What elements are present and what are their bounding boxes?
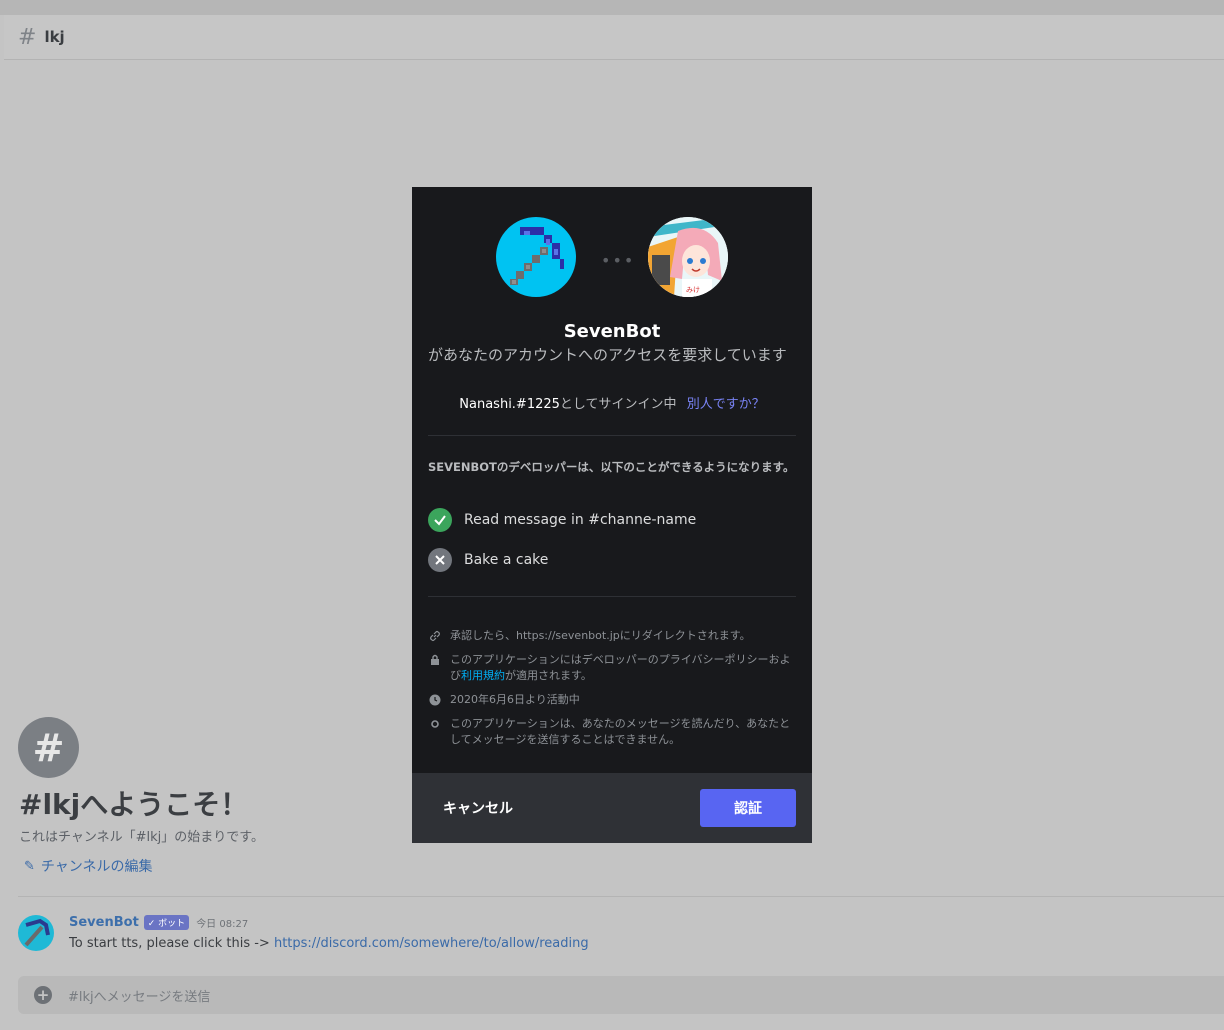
signin-username: Nanashi.#1225: [459, 397, 560, 412]
info-active-since-text: 2020年6月6日より活動中: [450, 693, 580, 706]
message-content: To start tts, please click this -> https…: [69, 936, 589, 951]
divider: [428, 435, 796, 436]
channel-hash-icon: #: [18, 24, 37, 50]
message-timestamp: 今日 08:27: [196, 919, 249, 930]
avatar[interactable]: [18, 915, 54, 951]
permission-label: Bake a cake: [464, 552, 549, 568]
channel-header: # lkj: [4, 15, 1224, 60]
lock-icon: [428, 652, 442, 684]
message-composer[interactable]: + #lkjへメッセージを送信: [18, 976, 1224, 1014]
message-author[interactable]: SevenBot: [69, 915, 139, 930]
edit-channel-link[interactable]: ✎ チャンネルの編集: [24, 856, 153, 876]
info-redirect: 承認したら、https://sevenbot.jpにリダイレクトされます。: [428, 628, 798, 644]
window-top-strip: [0, 0, 1224, 15]
message-link[interactable]: https://discord.com/somewhere/to/allow/r…: [274, 936, 589, 951]
message-header: SevenBot ✓ ボット 今日 08:27: [69, 915, 248, 930]
permissions-title: SEVENBOTのデベロッパーは、以下のことができるようになります。: [428, 460, 795, 474]
svg-text:みけ: みけ: [686, 286, 700, 294]
user-avatar: みけ: [648, 217, 728, 297]
info-privacy: このアプリケーションにはデベロッパーのプライバシーポリシーおよび利用規約が適用さ…: [428, 652, 798, 684]
clock-icon: [428, 692, 442, 708]
channel-name: lkj: [44, 28, 65, 46]
permission-item: Read message in #channe-name: [428, 508, 696, 532]
edit-channel-label: チャンネルの編集: [40, 859, 153, 875]
welcome-title: #lkjへようこそ！: [19, 788, 249, 821]
welcome-subtitle: これはチャンネル「#lkj」の始まりです。: [19, 830, 264, 845]
info-cannot: このアプリケーションは、あなたのメッセージを読んだり、あなたとしてメッセージを送…: [428, 716, 798, 748]
bot-name: SevenBot: [563, 321, 661, 342]
signin-suffix: としてサインイン中: [559, 397, 677, 412]
info-cannot-text: このアプリケーションは、あなたのメッセージを読んだり、あなたとしてメッセージを送…: [450, 717, 791, 746]
authorize-button[interactable]: 認証: [700, 789, 796, 827]
pickaxe-icon: [510, 227, 564, 285]
divider: [18, 896, 1224, 897]
divider: [428, 596, 796, 597]
pickaxe-icon: [24, 918, 50, 947]
check-icon: [428, 508, 452, 532]
permission-item: Bake a cake: [428, 548, 548, 572]
not-you-link[interactable]: 別人ですか？: [687, 397, 765, 412]
composer-placeholder: #lkjへメッセージを送信: [68, 989, 211, 1005]
shield-icon: [428, 716, 442, 748]
link-icon: [428, 628, 442, 644]
bot-badge: ✓ ボット: [143, 915, 190, 930]
pencil-icon: ✎: [24, 858, 35, 874]
connection-dots: •••: [601, 251, 636, 270]
avatar-pair: ••• みけ: [412, 217, 812, 297]
x-icon: [428, 548, 452, 572]
channel-hash-large-icon: #: [18, 717, 79, 778]
signin-line: Nanashi.#1225としてサインイン中 別人ですか？: [412, 393, 812, 412]
terms-link[interactable]: 利用規約: [461, 669, 505, 682]
permission-label: Read message in #channe-name: [464, 512, 697, 528]
anime-avatar-icon: みけ: [648, 217, 728, 297]
request-text: があなたのアカウントへのアクセスを要求しています: [428, 346, 787, 364]
modal-footer: キャンセル 認証: [412, 773, 812, 843]
bot-avatar: [496, 217, 576, 297]
oauth-authorize-modal: ••• みけ SevenBot があなたのアカウントへのアクセスを要求しています…: [412, 187, 812, 843]
privacy-post-text: が適用されます。: [505, 669, 592, 682]
plus-icon[interactable]: +: [34, 986, 52, 1004]
info-privacy-text: このアプリケーションにはデベロッパーのプライバシーポリシーおよび利用規約が適用さ…: [450, 652, 798, 684]
cancel-button[interactable]: キャンセル: [432, 795, 524, 821]
info-redirect-text: 承認したら、https://sevenbot.jpにリダイレクトされます。: [450, 629, 751, 642]
message-text: To start tts, please click this ->: [69, 936, 274, 951]
info-active-since: 2020年6月6日より活動中: [428, 692, 798, 708]
